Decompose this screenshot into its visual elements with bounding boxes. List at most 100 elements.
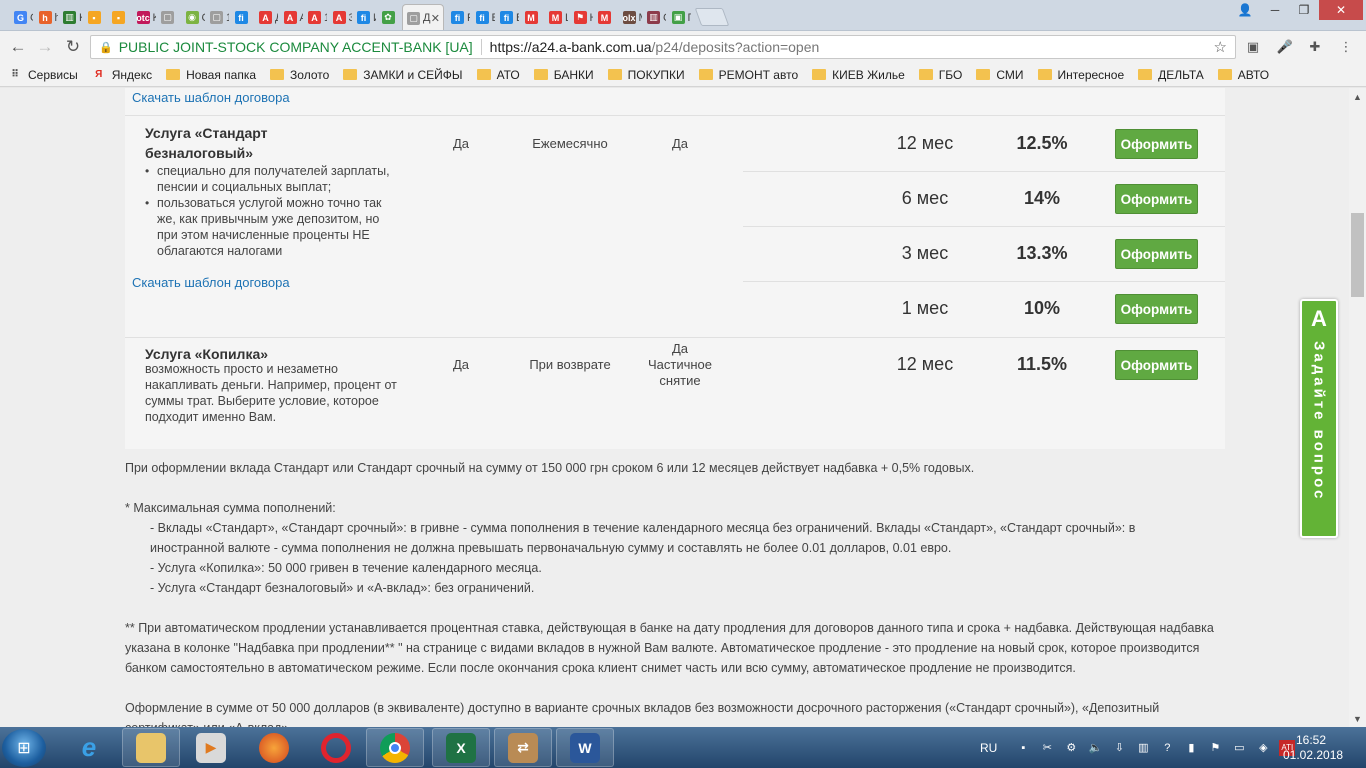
bookmark-item[interactable]: ⠿ Сервисы (8, 68, 78, 82)
scroll-thumb[interactable] (1351, 213, 1364, 297)
deposits-table: Скачать шаблон договора Услуга «Стандарт… (125, 88, 1225, 449)
browser-tab[interactable]: M (594, 4, 617, 30)
clock[interactable]: 16:52 01.02.2018 (1283, 733, 1343, 763)
bookmark-item[interactable]: Золото (270, 68, 329, 82)
browser-tab[interactable]: ▢1 (206, 4, 229, 30)
extension-puzzle-icon[interactable]: ✚ (1305, 37, 1325, 57)
chrome-icon[interactable] (366, 728, 424, 767)
bookmark-item[interactable]: ДЕЛЬТА (1138, 68, 1204, 82)
browser-tab[interactable]: A3 (329, 4, 352, 30)
media-player-icon[interactable]: ▶ (182, 728, 240, 767)
battery-icon[interactable]: ▮ (1183, 740, 1199, 756)
user-icon[interactable]: 👤 (1231, 0, 1259, 20)
browser-tab[interactable]: fiF (447, 4, 470, 30)
word-icon[interactable]: W (556, 728, 614, 767)
bookmark-item[interactable]: РЕМОНТ авто (698, 68, 798, 82)
browser-tab[interactable]: otcK (133, 4, 156, 30)
tray-app-icon[interactable]: ✂ (1039, 740, 1055, 756)
volume-icon[interactable]: 🔈 (1087, 740, 1103, 756)
browser-tab[interactable]: ▥C (643, 4, 666, 30)
explorer-icon[interactable] (122, 728, 180, 767)
download-template-link[interactable]: Скачать шаблон договора (132, 275, 290, 290)
page-scrollbar[interactable]: ▲ ▼ (1349, 88, 1366, 727)
bookmark-item[interactable]: Я Яндекс (92, 68, 152, 82)
new-tab-button[interactable] (694, 8, 730, 26)
tray-app-icon[interactable]: ▪ (1015, 740, 1031, 756)
cell-value: Да (452, 136, 470, 151)
browser-tab[interactable]: AA (280, 4, 303, 30)
apply-button[interactable]: Оформить (1115, 184, 1198, 214)
shield-icon[interactable]: ◈ (1255, 740, 1271, 756)
language-indicator[interactable]: RU (980, 741, 997, 755)
browser-tab[interactable]: hhel (35, 4, 58, 30)
tray-app-icon[interactable]: ⚙ (1063, 740, 1079, 756)
internet-explorer-icon[interactable]: e (60, 728, 118, 767)
browser-tab[interactable]: ▥K (59, 4, 82, 30)
reload-button[interactable]: ↻ (60, 31, 86, 63)
bookmark-item[interactable]: ГБО (918, 68, 962, 82)
bookmark-item[interactable]: ПОКУПКИ (607, 68, 685, 82)
bookmark-item[interactable]: БАНКИ (533, 68, 594, 82)
extension-icon[interactable]: ▣ (1243, 37, 1263, 57)
bookmark-item[interactable]: Интересное (1037, 68, 1124, 82)
browser-tab[interactable]: ▣Г (668, 4, 691, 30)
bookmark-label: КИЕВ Жилье (832, 67, 905, 82)
bookmark-item[interactable]: СМИ (976, 68, 1024, 82)
minimize-button[interactable]: ─ (1261, 0, 1289, 20)
apply-button[interactable]: Оформить (1115, 350, 1198, 380)
excel-icon[interactable]: X (432, 728, 490, 767)
browser-tab[interactable]: ML (545, 4, 568, 30)
bookmark-item[interactable]: АВТО (1217, 67, 1270, 82)
browser-tab[interactable]: ▢ (157, 4, 180, 30)
tab-close-icon[interactable]: ✕ (431, 12, 440, 25)
flag-icon[interactable]: ⚑ (1207, 740, 1223, 756)
browser-tab[interactable]: ◉C (182, 4, 205, 30)
start-button[interactable]: ⊞ (2, 729, 46, 767)
apply-button[interactable]: Оформить (1115, 239, 1198, 269)
opera-icon[interactable] (307, 728, 365, 767)
browser-tab[interactable]: fiИ (353, 4, 376, 30)
tab-favicon-icon: olx (622, 11, 636, 24)
network-tray-icon[interactable]: ▥ (1135, 740, 1151, 756)
scroll-up-arrow-icon[interactable]: ▲ (1349, 88, 1366, 105)
tab-label: E (492, 12, 495, 24)
browser-tab[interactable]: M (521, 4, 544, 30)
browser-tab[interactable]: ✿ (378, 4, 401, 30)
browser-tab[interactable]: ▢ Д ✕ (402, 4, 444, 30)
scroll-down-arrow-icon[interactable]: ▼ (1349, 710, 1366, 727)
network-icon[interactable]: ⇄ (494, 728, 552, 767)
browser-tab[interactable]: ▪ (84, 4, 107, 30)
apply-button[interactable]: Оформить (1115, 294, 1198, 324)
browser-tab[interactable]: AД (255, 4, 278, 30)
microphone-icon[interactable]: 🎤 (1275, 37, 1295, 57)
firefox-icon[interactable] (245, 728, 303, 767)
bookmark-item[interactable]: ЗАМКИ и СЕЙФЫ (343, 68, 463, 82)
bookmark-star-icon[interactable]: ☆ (1214, 38, 1227, 56)
browser-tab[interactable]: fi (231, 4, 254, 30)
display-icon[interactable]: ▭ (1231, 740, 1247, 756)
bookmark-item[interactable]: КИЕВ Жилье (812, 68, 905, 82)
bookmark-item[interactable]: Новая папка (166, 68, 256, 82)
note-item: - Вклады «Стандарт», «Стандарт срочный»:… (150, 521, 1136, 555)
bookmark-item[interactable]: АТО (476, 68, 520, 82)
close-window-button[interactable]: ✕ (1319, 0, 1363, 20)
bookmark-label: АВТО (1237, 67, 1270, 82)
maximize-button[interactable]: ❐ (1290, 0, 1318, 20)
download-template-link[interactable]: Скачать шаблон договора (132, 90, 290, 105)
cell-value: При возврате (529, 357, 611, 372)
browser-tab[interactable]: GG c (10, 4, 33, 30)
usb-icon[interactable]: ⇩ (1111, 740, 1127, 756)
forward-button[interactable]: → (32, 31, 58, 63)
ask-question-widget[interactable]: A Задайте вопрос (1300, 299, 1338, 538)
browser-tab[interactable]: olxM (619, 4, 642, 30)
help-icon[interactable]: ? (1159, 740, 1175, 756)
browser-tab[interactable]: fiE (472, 4, 495, 30)
browser-tab[interactable]: ⚑H (570, 4, 593, 30)
address-bar[interactable]: 🔒 PUBLIC JOINT-STOCK COMPANY ACCENT-BANK… (90, 35, 1236, 59)
back-button[interactable]: ← (5, 31, 31, 63)
browser-tab[interactable]: fiB (496, 4, 519, 30)
browser-tab[interactable]: ▪ (108, 4, 131, 30)
apply-button[interactable]: Оформить (1115, 129, 1198, 159)
browser-tab[interactable]: A1 (304, 4, 327, 30)
menu-icon[interactable]: ⋮ (1336, 37, 1356, 57)
